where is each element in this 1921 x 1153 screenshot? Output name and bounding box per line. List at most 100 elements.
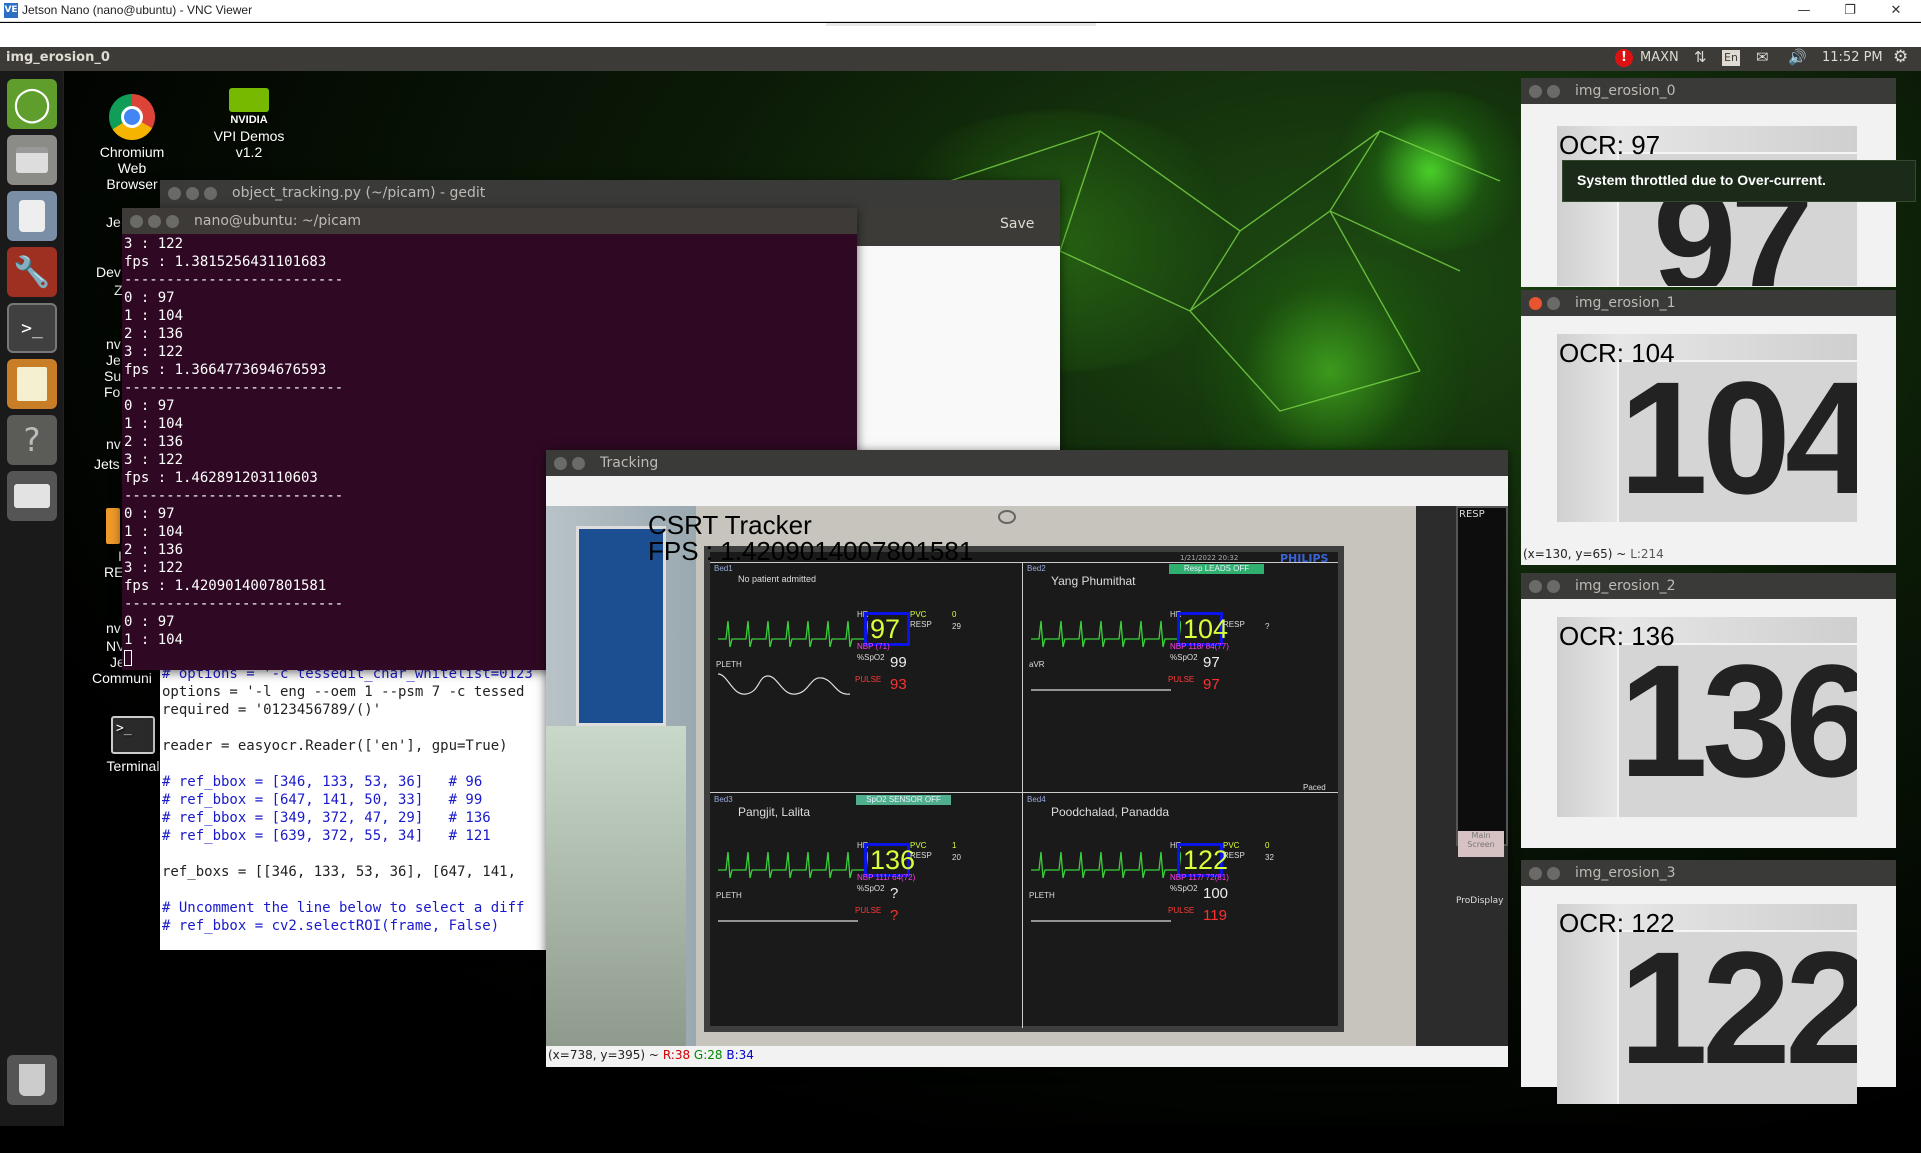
gedit-code-area[interactable]: # options = '-c tessedit_char_whitelist=…: [160, 666, 550, 950]
heart-rate-value: 104: [1183, 614, 1229, 644]
launcher-terminal-icon[interactable]: >_: [7, 303, 57, 353]
patient-name: Yang Phumithat: [1051, 574, 1136, 588]
network-icon[interactable]: ⇅: [1694, 48, 1707, 66]
launcher-text-editor-icon[interactable]: [7, 359, 57, 409]
tracking-titlebar: Tracking: [546, 450, 1508, 476]
monitor-bed-panel: Bed1 No patient admitted PLETH HR 97 NBP (71)…: [710, 562, 1022, 792]
terminal-shortcut-icon: >_: [111, 716, 155, 754]
code-line: # ref_bbox = [647, 141, 50, 33] # 99: [162, 792, 483, 808]
keyboard-layout-indicator[interactable]: En: [1722, 50, 1740, 66]
resp-label: RESP: [1223, 620, 1245, 629]
nbp-value: NBP 117/ 72(81): [1170, 873, 1229, 882]
desktop-icon-vpi-demos[interactable]: NVIDIA VPI Demos v1.2: [204, 88, 294, 160]
patient-name: Poodchalad, Panadda: [1051, 805, 1170, 819]
close-icon[interactable]: [1529, 85, 1542, 98]
settings-gear-icon[interactable]: ⚙: [1893, 47, 1908, 67]
warning-icon[interactable]: !: [1615, 49, 1633, 67]
ecg-waveform: [718, 620, 868, 648]
main-screen-button: Main Screen: [1458, 831, 1504, 857]
fps-overlay: FPS : 1.4209014007801581: [648, 536, 974, 566]
close-icon[interactable]: [1529, 297, 1542, 310]
launcher-drive-icon[interactable]: [7, 471, 57, 521]
close-icon[interactable]: [1529, 580, 1542, 593]
ocr-erosion-image[interactable]: 97 OCR: 97: [1557, 126, 1857, 286]
ocr-result-label: OCR: 122: [1559, 908, 1675, 938]
ocr-erosion-image[interactable]: 136 OCR: 136: [1557, 617, 1857, 817]
maximize-icon[interactable]: [166, 215, 179, 228]
resp-value: 32: [1265, 853, 1274, 862]
nvidia-logo-icon: [229, 88, 269, 112]
heart-rate-value: 122: [1183, 845, 1229, 875]
terminal-line: 0 : 97: [124, 290, 175, 306]
alarm-banner: Resp LEADS OFF: [1169, 564, 1264, 574]
nbp-value: NBP 118/ 84(77): [1170, 642, 1229, 651]
terminal-line: 1 : 104: [124, 308, 184, 324]
code-line: # ref_bbox = [639, 372, 55, 34] # 121: [162, 828, 491, 844]
patient-monitor-screen: 1/21/2022 20:32 PHILIPS Bed1 No patient a…: [704, 546, 1344, 1032]
minimize-icon[interactable]: —: [1786, 1, 1822, 21]
spo2-label: %SpO2: [1170, 884, 1198, 893]
launcher-help-icon[interactable]: ?: [7, 415, 57, 465]
ocr-erosion-image[interactable]: 104 OCR: 104: [1557, 334, 1857, 522]
ocr-erosion-image[interactable]: 122 OCR: 122: [1557, 904, 1857, 1104]
launcher-software-icon[interactable]: [7, 191, 57, 241]
launcher-trash-icon[interactable]: [7, 1055, 57, 1105]
resp-label: RESP: [910, 620, 932, 629]
bed-id: Bed3: [714, 795, 733, 804]
launcher-files-icon[interactable]: [7, 135, 57, 185]
spo2-value: 100: [1203, 885, 1229, 902]
power-mode-indicator[interactable]: MAXN: [1640, 50, 1679, 65]
close-icon[interactable]: [130, 215, 143, 228]
code-line: required = '0123456789/()': [162, 702, 382, 718]
partial-desktop-label: Su: [104, 368, 122, 384]
launcher-settings-icon[interactable]: 🔧: [7, 247, 57, 297]
avr-label: aVR: [1029, 660, 1045, 669]
partial-desktop-icon[interactable]: [106, 508, 120, 544]
minimize-icon[interactable]: [148, 215, 161, 228]
minimize-icon[interactable]: [1547, 297, 1560, 310]
code-line: # ref_bbox = [349, 372, 47, 29] # 136: [162, 810, 491, 826]
partial-desktop-label: Jets: [94, 456, 120, 472]
minimize-icon[interactable]: [1547, 867, 1560, 880]
volume-icon[interactable]: 🔊: [1788, 48, 1807, 66]
close-icon[interactable]: ✕: [1878, 1, 1914, 21]
ecg-waveform: [1031, 851, 1181, 879]
close-icon[interactable]: [168, 187, 181, 200]
ocr-window-titlebar: img_erosion_1: [1521, 290, 1896, 316]
partial-desktop-label: Je: [106, 352, 121, 368]
close-icon[interactable]: [1529, 867, 1542, 880]
desktop-icon-chromium[interactable]: Chromium Web Browser: [92, 94, 172, 192]
vnc-toolbar-handle[interactable]: [826, 23, 1096, 26]
spo2-value: 99: [890, 654, 907, 671]
pleth-label: PLETH: [716, 660, 742, 669]
desktop-icon-terminal[interactable]: >_ Terminal: [98, 716, 168, 774]
pulse-label: PULSE: [855, 906, 882, 915]
partial-desktop-label: nv: [106, 620, 121, 636]
tracking-title: Tracking: [600, 455, 659, 471]
resp-label: RESP: [1223, 851, 1245, 860]
clock[interactable]: 11:52 PM: [1822, 50, 1883, 65]
minimize-icon[interactable]: [572, 457, 585, 470]
tracking-window: Tracking RESP Main Screen ProDisplay 1/2…: [546, 450, 1508, 1067]
pvc-label: PVC: [910, 841, 927, 850]
pulse-value: 93: [890, 676, 907, 693]
paced-label: Paced: [1303, 783, 1326, 792]
vnc-window-title: Jetson Nano (nano@ubuntu) - VNC Viewer: [22, 3, 253, 17]
nbp-value: NBP (71): [857, 642, 890, 651]
close-icon[interactable]: [554, 457, 567, 470]
pixel-green: G:28: [693, 1048, 723, 1062]
minimize-icon[interactable]: [1547, 580, 1560, 593]
ocr-luminance: L:214: [1630, 547, 1664, 561]
save-button[interactable]: Save: [1000, 216, 1034, 232]
mail-icon[interactable]: ✉: [1756, 48, 1769, 66]
minimize-icon[interactable]: [186, 187, 199, 200]
tracking-video-frame[interactable]: RESP Main Screen ProDisplay 1/21/2022 20…: [546, 506, 1508, 1046]
launcher-ubuntu-icon[interactable]: ◯: [7, 79, 57, 129]
code-line: options = '-l eng --oem 1 --psm 7 -c tes…: [162, 684, 525, 700]
pvc-value: 0: [952, 610, 957, 619]
bed-id: Bed2: [1027, 564, 1046, 573]
minimize-icon[interactable]: [1547, 85, 1560, 98]
nbp-value: NBP 111/ 64(72): [857, 873, 916, 882]
restore-icon[interactable]: ❐: [1832, 1, 1868, 21]
maximize-icon[interactable]: [204, 187, 217, 200]
